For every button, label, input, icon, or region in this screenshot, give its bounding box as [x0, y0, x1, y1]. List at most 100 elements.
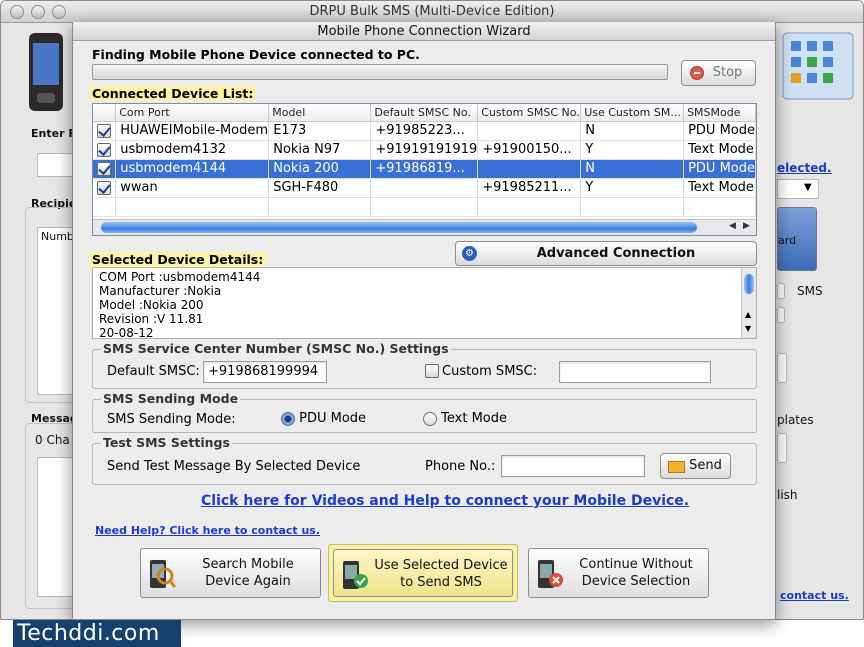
selected-link[interactable]: elected.	[777, 161, 832, 175]
continue-button-label: Continue Without Device Selection	[579, 557, 693, 589]
dialog-title: Mobile Phone Connection Wizard	[73, 22, 775, 41]
cell-custom-smsc: +91985211...	[477, 178, 582, 198]
scrollbar-thumb[interactable]	[744, 274, 754, 294]
sms-option-box[interactable]	[777, 283, 785, 299]
table-row-selected[interactable]: usbmodem4144 Nokia 200 +91986819... N PD…	[93, 159, 756, 179]
cell-sms-mode: PDU Mode	[683, 159, 756, 179]
board-button-label: ard	[778, 234, 797, 247]
search-phone-icon	[150, 560, 177, 588]
detail-line: COM Port :usbmodem4144	[99, 270, 261, 284]
test-sms-settings-group: Test SMS Settings Send Test Message By S…	[92, 435, 757, 485]
cell-default-smsc: +91985223...	[370, 121, 479, 141]
send-button[interactable]: Send	[660, 453, 731, 479]
sending-mode-label: SMS Sending Mode:	[107, 412, 236, 427]
envelope-icon	[668, 461, 685, 473]
main-window-title: DRPU Bulk SMS (Multi-Device Edition)	[1, 1, 863, 23]
cell-model: Nokia N97	[268, 140, 372, 160]
templates-button[interactable]	[777, 433, 787, 463]
recipient-input[interactable]	[37, 153, 77, 177]
cell-sms-mode: Text Mode	[683, 178, 756, 198]
bulk-sms-logo-icon	[782, 32, 854, 100]
cell-model: E173	[268, 121, 372, 141]
test-message-label: Send Test Message By Selected Device	[107, 459, 361, 474]
device-dropdown[interactable]: ▼	[777, 179, 819, 199]
phone-number-field[interactable]	[501, 455, 645, 477]
progress-bar	[92, 64, 668, 80]
detail-line: Manufacturer :Nokia	[99, 284, 222, 298]
custom-smsc-checkbox[interactable]	[425, 364, 439, 378]
videos-help-link[interactable]: Click here for Videos and Help to connec…	[201, 493, 689, 509]
row-checkbox[interactable]	[97, 161, 111, 176]
device-details-box[interactable]: COM Port :usbmodem4144 Manufacturer :Nok…	[92, 267, 757, 339]
stop-button[interactable]: Stop	[681, 60, 756, 86]
character-count: 0 Cha	[35, 433, 70, 447]
videos-help-link-text[interactable]: Click here for Videos and Help to connec…	[201, 493, 689, 509]
side-button[interactable]	[777, 353, 787, 383]
test-group-title: Test SMS Settings	[101, 435, 232, 450]
row-checkbox[interactable]	[97, 123, 111, 138]
message-textarea[interactable]	[37, 457, 77, 597]
gear-icon: ⚙	[462, 246, 477, 261]
use-selected-device-button[interactable]: Use Selected Device to Send SMS	[328, 544, 518, 602]
table-row[interactable]: HUAWEIMobile-Modem E173 +91985223... N P…	[93, 121, 756, 141]
default-smsc-label: Default SMSC:	[107, 364, 200, 379]
scroll-up-icon[interactable]: ▲	[745, 308, 751, 322]
finding-device-label: Finding Mobile Phone Device connected to…	[92, 47, 420, 62]
cell-use-custom: Y	[580, 178, 685, 198]
text-mode-radio[interactable]: Text Mode	[423, 411, 507, 426]
chevron-down-icon: ▼	[804, 182, 812, 193]
table-row[interactable]: usbmodem4132 Nokia N97 +91919191919 +919…	[93, 140, 756, 160]
cell-com-port: usbmodem4132	[115, 140, 270, 160]
custom-smsc-field[interactable]	[559, 361, 711, 383]
scroll-down-icon[interactable]: ▼	[745, 322, 751, 336]
board-button[interactable]: ard	[777, 207, 817, 271]
column-header-model[interactable]: Model	[268, 104, 372, 122]
scroll-left-icon[interactable]: ◀	[729, 221, 736, 231]
text-mode-label: Text Mode	[441, 411, 507, 426]
detail-line: Model :Nokia 200	[99, 298, 204, 312]
column-header-custom-smsc[interactable]: Custom SMSC No.	[477, 104, 582, 122]
minimize-window-icon[interactable]	[31, 5, 45, 19]
need-help-link-text[interactable]: Need Help? Click here to contact us.	[95, 524, 320, 537]
default-smsc-field[interactable]: +919868199994	[203, 361, 327, 383]
column-header-use-custom[interactable]: Use Custom SM...	[580, 104, 685, 122]
need-help-link[interactable]: Need Help? Click here to contact us.	[95, 524, 320, 537]
vertical-scrollbar[interactable]: ▲ ▼	[741, 268, 756, 338]
pdu-mode-radio[interactable]: PDU Mode	[281, 411, 366, 426]
cell-use-custom: Y	[580, 140, 685, 160]
scroll-right-icon[interactable]: ▶	[743, 221, 750, 231]
smsc-group-title: SMS Service Center Number (SMSC No.) Set…	[101, 341, 451, 356]
horizontal-scrollbar[interactable]: ◀ ▶	[93, 219, 756, 235]
send-button-label: Send	[689, 458, 722, 473]
advanced-troubleshooting-button[interactable]: ⚙ Advanced Connection Troubleshooting	[455, 241, 757, 284]
zoom-window-icon[interactable]	[52, 5, 66, 19]
stop-icon	[690, 66, 704, 80]
phone-check-icon	[343, 561, 368, 589]
row-checkbox[interactable]	[97, 180, 111, 195]
selected-device-details-label: Selected Device Details:	[89, 252, 267, 267]
recipients-table[interactable]	[37, 227, 77, 395]
phone-number-label: Phone No.:	[425, 459, 496, 474]
cell-default-smsc	[370, 178, 479, 198]
cell-model: SGH-F480	[268, 178, 372, 198]
column-header-default-smsc[interactable]: Default SMSC No.	[370, 104, 479, 122]
column-header-sms-mode[interactable]: SMSMode	[683, 104, 756, 122]
column-header-check[interactable]	[93, 104, 117, 122]
pdu-mode-radio-icon	[281, 411, 295, 426]
sms-option-box-2[interactable]	[777, 307, 785, 323]
connected-device-grid[interactable]: Com Port Model Default SMSC No. Custom S…	[92, 103, 757, 236]
cell-custom-smsc	[477, 159, 582, 179]
continue-without-device-button[interactable]: Continue Without Device Selection	[528, 548, 709, 598]
close-window-icon[interactable]	[10, 5, 24, 19]
text-mode-radio-icon	[423, 411, 437, 426]
custom-smsc-label: Custom SMSC:	[442, 364, 538, 379]
detail-line: Revision :V 11.81	[99, 312, 204, 326]
search-device-again-button[interactable]: Search Mobile Device Again	[140, 548, 321, 598]
table-row[interactable]: wwan SGH-F480 +91985211... Y Text Mode	[93, 178, 756, 198]
smsc-settings-group: SMS Service Center Number (SMSC No.) Set…	[92, 341, 757, 389]
scrollbar-thumb[interactable]	[101, 222, 697, 233]
column-header-com-port[interactable]: Com Port	[115, 104, 270, 122]
contact-us-link[interactable]: contact us.	[780, 589, 849, 602]
row-checkbox[interactable]	[97, 142, 111, 157]
cell-sms-mode: Text Mode	[683, 140, 756, 160]
